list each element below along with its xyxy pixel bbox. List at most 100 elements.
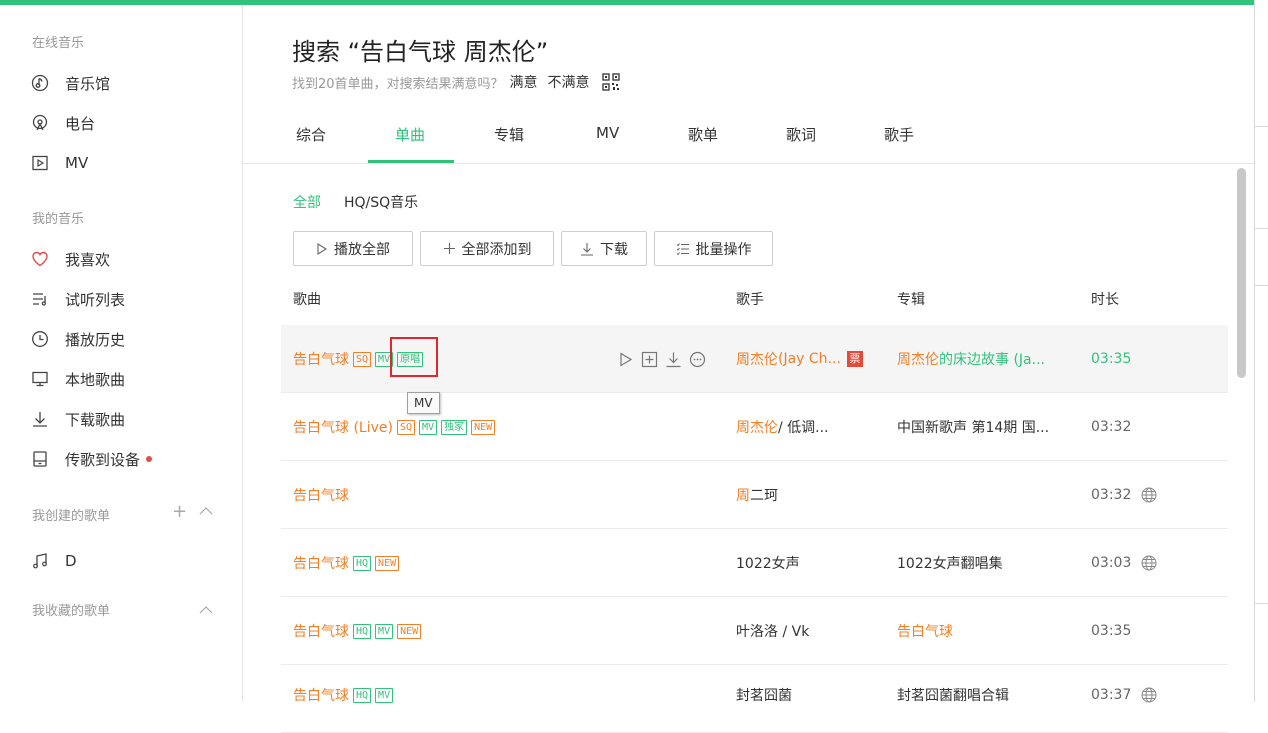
- tab-singers[interactable]: 歌手: [884, 124, 914, 145]
- tab-mv[interactable]: MV: [596, 124, 619, 142]
- sidebar-item-trial-list[interactable]: 试听列表: [31, 287, 125, 311]
- mv-badge-highlight: [390, 337, 438, 377]
- playlist-icon: [31, 290, 49, 308]
- duration: 03:32: [1091, 487, 1132, 503]
- song-title-link[interactable]: 告白气球: [293, 349, 349, 369]
- sidebar-item-radio[interactable]: 电台: [31, 111, 95, 135]
- album-link[interactable]: 的床边故事 (Ja...: [939, 349, 1045, 369]
- duration: 03:35: [1091, 623, 1132, 639]
- tab-lyrics[interactable]: 歌词: [786, 124, 816, 145]
- song-title-cell: 告白气球 SQ MV 原唱: [293, 325, 623, 393]
- chevron-up-icon: [199, 606, 213, 614]
- filter-hq-sq[interactable]: HQ/SQ音乐: [344, 192, 418, 212]
- duration: 03:03: [1091, 555, 1132, 571]
- ticket-badge[interactable]: 票: [846, 351, 863, 367]
- song-title-cell: 告白气球 HQ MV: [293, 665, 623, 725]
- hq-quality-badge: HQ: [353, 687, 372, 703]
- singer-link[interactable]: 叶洛洛 / Vk: [736, 597, 888, 665]
- section-title-my-music: 我的音乐: [32, 212, 85, 227]
- tab-songs[interactable]: 单曲: [395, 124, 425, 145]
- sq-quality-badge: SQ: [396, 419, 416, 435]
- add-playlist-button[interactable]: +: [172, 501, 187, 522]
- duration: 03:37: [1091, 687, 1132, 703]
- song-title-link[interactable]: 告白气球 (Live): [293, 417, 393, 437]
- mv-play-icon: [31, 154, 49, 172]
- download-button[interactable]: 下载: [561, 231, 647, 266]
- collapse-created-button[interactable]: [198, 503, 214, 519]
- singer-rest[interactable]: 二珂: [750, 485, 778, 505]
- song-row[interactable]: 告白气球 HQ MV 封茗囧菌 封茗囧菌翻唱合辑 03:37: [281, 665, 1228, 733]
- tab-playlists[interactable]: 歌单: [688, 124, 718, 145]
- play-all-label: 播放全部: [334, 241, 390, 258]
- page-title: 搜索 “告白气球 周杰伦”: [292, 38, 549, 66]
- sidebar-item-favorites[interactable]: 我喜欢: [31, 247, 110, 271]
- collapse-collected-button[interactable]: [198, 602, 214, 618]
- sidebar-item-device[interactable]: 传歌到设备: [31, 447, 153, 471]
- sidebar-item-label: 我喜欢: [65, 250, 111, 269]
- singer-rest[interactable]: / 低调...: [778, 417, 829, 437]
- singer-link[interactable]: 封茗囧菌: [736, 665, 888, 725]
- song-row[interactable]: 告白气球 HQ MV NEW 叶洛洛 / Vk 告白气球 03:35: [281, 597, 1228, 665]
- download-icon: [31, 410, 49, 428]
- sidebar-item-local-songs[interactable]: 本地歌曲: [31, 367, 125, 391]
- singer-link[interactable]: 周杰伦: [736, 417, 778, 437]
- duration-cell: 03:37: [1091, 665, 1157, 725]
- album-link[interactable]: 告白气球: [897, 597, 1077, 665]
- sidebar-item-playlist-d[interactable]: D: [31, 549, 77, 573]
- tab-overview[interactable]: 综合: [296, 124, 326, 145]
- sidebar-item-label: 本地歌曲: [65, 370, 126, 389]
- song-title-link[interactable]: 告白气球: [293, 553, 349, 573]
- play-all-button[interactable]: 播放全部: [293, 231, 413, 266]
- album-highlight[interactable]: 周杰伦: [897, 349, 939, 369]
- song-title-cell: 告白气球 (Live) SQ MV 独家 NEW: [293, 393, 623, 461]
- song-title-link[interactable]: 告白气球: [293, 685, 349, 705]
- album-cell: 周杰伦 的床边故事 (Ja...: [897, 325, 1077, 393]
- song-row[interactable]: 告白气球 周二珂 03:32: [281, 461, 1228, 529]
- mv-badge[interactable]: MV: [419, 419, 438, 435]
- sidebar-item-label: 播放历史: [65, 330, 126, 349]
- section-title-collected-playlists: 我收藏的歌单: [32, 604, 111, 619]
- filter-all[interactable]: 全部: [293, 192, 321, 212]
- singer-link[interactable]: 周: [736, 485, 750, 505]
- unsatisfied-link[interactable]: 不满意: [548, 72, 590, 92]
- album-link[interactable]: 1022女声翻唱集: [897, 529, 1077, 597]
- play-icon[interactable]: [617, 351, 634, 368]
- sidebar-item-downloads[interactable]: 下载歌曲: [31, 407, 125, 431]
- new-badge: NEW: [471, 419, 496, 435]
- add-all-button[interactable]: 全部添加到: [420, 231, 554, 266]
- header-divider: [243, 163, 1254, 164]
- batch-operation-button[interactable]: 批量操作: [654, 231, 773, 266]
- more-icon[interactable]: [689, 351, 706, 368]
- new-badge: NEW: [375, 555, 400, 571]
- column-header-singer: 歌手: [736, 292, 764, 308]
- mv-badge[interactable]: MV: [375, 623, 394, 639]
- album-link[interactable]: 中国新歌声 第14期 国...: [897, 393, 1077, 461]
- satisfied-link[interactable]: 满意: [510, 72, 538, 92]
- sq-quality-badge: SQ: [353, 351, 372, 367]
- qr-code-icon[interactable]: [601, 73, 620, 91]
- singer-link[interactable]: 周杰伦: [736, 349, 778, 369]
- column-header-album: 专辑: [897, 292, 925, 308]
- sidebar-item-music-hall[interactable]: 音乐馆: [31, 71, 110, 95]
- album-link[interactable]: 封茗囧菌翻唱合辑: [897, 665, 1077, 725]
- scrollbar-thumb[interactable]: [1237, 168, 1246, 378]
- duration: 03:32: [1091, 419, 1132, 435]
- download-icon[interactable]: [665, 351, 682, 368]
- album-link[interactable]: [897, 461, 1077, 529]
- sidebar-item-label: MV: [65, 154, 89, 172]
- song-row[interactable]: 告白气球 HQ NEW 1022女声 1022女声翻唱集 03:03: [281, 529, 1228, 597]
- mv-badge[interactable]: MV: [375, 687, 394, 703]
- singer-link[interactable]: 1022女声: [736, 529, 888, 597]
- sidebar-item-label: 试听列表: [65, 290, 126, 309]
- song-title-cell: 告白气球: [293, 461, 623, 529]
- singer-rest[interactable]: (Jay Ch...: [778, 351, 841, 367]
- tab-albums[interactable]: 专辑: [494, 124, 524, 145]
- song-title-link[interactable]: 告白气球: [293, 485, 349, 505]
- song-title-link[interactable]: 告白气球: [293, 621, 349, 641]
- sidebar-item-history[interactable]: 播放历史: [31, 327, 125, 351]
- sidebar-item-mv[interactable]: MV: [31, 151, 88, 175]
- play-icon: [316, 242, 328, 255]
- add-to-icon[interactable]: [641, 351, 658, 368]
- exclusive-badge: 独家: [441, 419, 468, 435]
- search-feedback: 找到20首单曲，对搜索结果满意吗？ 满意 不满意: [292, 72, 620, 92]
